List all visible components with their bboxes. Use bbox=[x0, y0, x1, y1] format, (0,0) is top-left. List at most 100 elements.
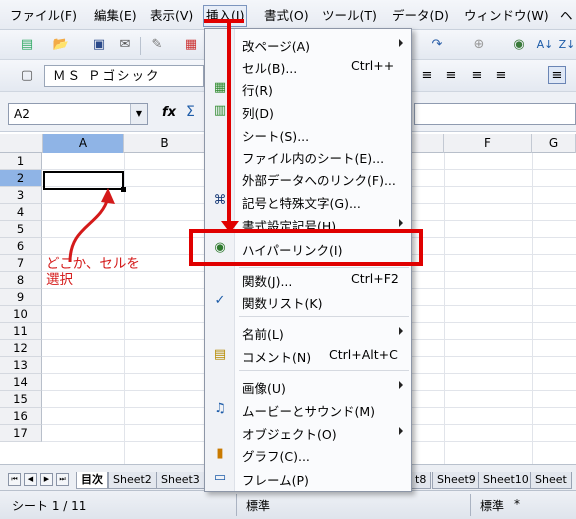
menu-item-movie-sound[interactable]: ♫ ムービーとサウンド(M) bbox=[205, 398, 411, 420]
align-left-icon[interactable]: ≡ bbox=[418, 67, 436, 85]
menu-format[interactable]: 書式(O) bbox=[262, 6, 311, 26]
row-header-8[interactable]: 8 bbox=[0, 272, 42, 289]
menu-item-page-break[interactable]: 改ページ(A) bbox=[205, 33, 411, 55]
menu-item-function[interactable]: 関数(J)... Ctrl+F2 bbox=[205, 268, 411, 290]
hyperlink-toolbar-icon[interactable]: ⊕ bbox=[470, 36, 488, 54]
menu-tools[interactable]: ツール(T) bbox=[320, 6, 379, 26]
formula-input[interactable] bbox=[414, 103, 576, 125]
new-document-icon[interactable]: ▤ bbox=[18, 36, 36, 54]
menu-item-chart[interactable]: ▮ グラフ(C)... bbox=[205, 443, 411, 465]
menu-item-special-character[interactable]: ⌘ 記号と特殊文字(G)... bbox=[205, 190, 411, 212]
row-header-7[interactable]: 7 bbox=[0, 255, 42, 272]
row-header-5[interactable]: 5 bbox=[0, 221, 42, 238]
menu-item-shortcut: Ctrl++ bbox=[351, 58, 395, 73]
export-pdf-icon[interactable]: ▦ bbox=[182, 36, 200, 54]
row-header-1[interactable]: 1 bbox=[0, 153, 42, 170]
justify-icon[interactable]: ≡ bbox=[492, 67, 510, 85]
row-header-10[interactable]: 10 bbox=[0, 306, 42, 323]
redo-icon[interactable]: ↷ bbox=[428, 36, 446, 54]
row-header-4[interactable]: 4 bbox=[0, 204, 42, 221]
movie-sound-icon: ♫ bbox=[214, 401, 226, 416]
annotation-line-2: 選択 bbox=[46, 272, 73, 288]
menu-insert[interactable]: 挿入(I) bbox=[203, 5, 248, 27]
menu-item-function-list[interactable]: ✓ 関数リスト(K) bbox=[205, 290, 411, 312]
chevron-down-icon[interactable]: ▼ bbox=[130, 104, 147, 124]
menu-item-cells[interactable]: セル(B)... Ctrl++ bbox=[205, 55, 411, 77]
toolbar-separator bbox=[140, 37, 141, 55]
menu-data[interactable]: データ(D) bbox=[390, 6, 451, 26]
row-header-15[interactable]: 15 bbox=[0, 391, 42, 408]
insert-mode[interactable]: 標準 bbox=[480, 497, 504, 514]
menu-item-label: グラフ(C)... bbox=[242, 449, 310, 464]
page-style[interactable]: 標準 bbox=[246, 497, 270, 514]
align-right-icon[interactable]: ≡ bbox=[468, 67, 486, 85]
sheet-tab-11[interactable]: Sheet bbox=[530, 472, 572, 489]
menu-item-picture[interactable]: 画像(U) bbox=[205, 375, 411, 397]
edit-file-icon[interactable]: ✎ bbox=[148, 36, 166, 54]
menu-item-rows[interactable]: ▦ 行(R) bbox=[205, 77, 411, 99]
row-header-14[interactable]: 14 bbox=[0, 374, 42, 391]
menu-separator bbox=[239, 316, 409, 317]
highlight-box bbox=[189, 229, 423, 266]
last-sheet-button[interactable]: ⏭ bbox=[56, 473, 69, 486]
font-name-box[interactable]: ＭＳ Ｐゴシック bbox=[44, 65, 204, 87]
merge-align-icon[interactable]: ≡ bbox=[548, 66, 566, 84]
row-header-2[interactable]: 2 bbox=[0, 170, 42, 187]
sheet-tab-10[interactable]: Sheet10 bbox=[478, 472, 534, 489]
menu-view[interactable]: 表示(V) bbox=[148, 6, 195, 26]
menu-item-comment[interactable]: ▤ コメント(N) Ctrl+Alt+C bbox=[205, 344, 411, 366]
grid-line bbox=[444, 153, 445, 464]
menu-item-label: 記号と特殊文字(G)... bbox=[242, 196, 361, 211]
sum-icon[interactable]: Σ bbox=[186, 104, 195, 120]
menu-item-sheet-from-file[interactable]: ファイル内のシート(E)... bbox=[205, 145, 411, 167]
row-header-9[interactable]: 9 bbox=[0, 289, 42, 306]
column-header-g[interactable]: G bbox=[532, 134, 576, 153]
sheet-tab-9[interactable]: Sheet9 bbox=[432, 472, 481, 489]
comment-icon: ▤ bbox=[213, 347, 227, 362]
name-box[interactable]: A2 bbox=[8, 103, 148, 125]
menu-item-label: ファイル内のシート(E)... bbox=[242, 151, 385, 166]
row-header-12[interactable]: 12 bbox=[0, 340, 42, 357]
email-icon[interactable]: ✉ bbox=[116, 36, 134, 54]
function-wizard-icon[interactable]: fx bbox=[162, 105, 176, 120]
previous-sheet-button[interactable]: ◀ bbox=[24, 473, 37, 486]
styles-icon[interactable]: ▢ bbox=[18, 67, 36, 85]
menu-item-frame[interactable]: ▭ フレーム(P) bbox=[205, 467, 411, 489]
row-header-6[interactable]: 6 bbox=[0, 238, 42, 255]
row-header-13[interactable]: 13 bbox=[0, 357, 42, 374]
row-header-3[interactable]: 3 bbox=[0, 187, 42, 204]
menu-file[interactable]: ファイル(F) bbox=[8, 6, 79, 26]
menu-item-label: 名前(L) bbox=[242, 327, 284, 342]
menu-item-sheet[interactable]: シート(S)... bbox=[205, 123, 411, 145]
sheet-tab-3[interactable]: Sheet3 bbox=[156, 472, 205, 489]
select-all-corner[interactable] bbox=[0, 134, 43, 153]
sheet-tab-8[interactable]: t8 bbox=[410, 472, 432, 489]
next-sheet-button[interactable]: ▶ bbox=[40, 473, 53, 486]
menu-window[interactable]: ウィンドウ(W) bbox=[462, 6, 551, 26]
menu-edit[interactable]: 編集(E) bbox=[92, 6, 139, 26]
column-header-f[interactable]: F bbox=[444, 134, 532, 153]
column-header-b[interactable]: B bbox=[124, 134, 206, 153]
first-sheet-button[interactable]: ⏮ bbox=[8, 473, 21, 486]
menu-item-columns[interactable]: ▥ 列(D) bbox=[205, 100, 411, 122]
sheet-tab-1[interactable]: 目次 bbox=[76, 472, 108, 489]
menu-item-label: 関数(J)... bbox=[242, 274, 293, 289]
column-header-a[interactable]: A bbox=[43, 134, 124, 153]
align-center-icon[interactable]: ≡ bbox=[442, 67, 460, 85]
sheet-tab-2[interactable]: Sheet2 bbox=[108, 472, 157, 489]
menu-item-shortcut: Ctrl+Alt+C bbox=[329, 347, 398, 362]
menu-item-object[interactable]: オブジェクト(O) bbox=[205, 421, 411, 443]
menu-help[interactable]: ヘ bbox=[558, 6, 575, 26]
sort-descending-icon[interactable]: Z↓ bbox=[558, 36, 576, 54]
menu-item-label: 関数リスト(K) bbox=[242, 296, 323, 311]
submenu-arrow-icon bbox=[399, 381, 403, 389]
row-header-11[interactable]: 11 bbox=[0, 323, 42, 340]
navigator-icon[interactable]: ◉ bbox=[510, 36, 528, 54]
row-header-17[interactable]: 17 bbox=[0, 425, 42, 442]
menu-item-link-external-data[interactable]: 外部データへのリンク(F)... bbox=[205, 167, 411, 189]
open-folder-icon[interactable]: 📂 bbox=[52, 36, 70, 54]
sort-ascending-icon[interactable]: A↓ bbox=[536, 36, 554, 54]
menu-item-names[interactable]: 名前(L) bbox=[205, 321, 411, 343]
save-icon[interactable]: ▣ bbox=[90, 36, 108, 54]
row-header-16[interactable]: 16 bbox=[0, 408, 42, 425]
